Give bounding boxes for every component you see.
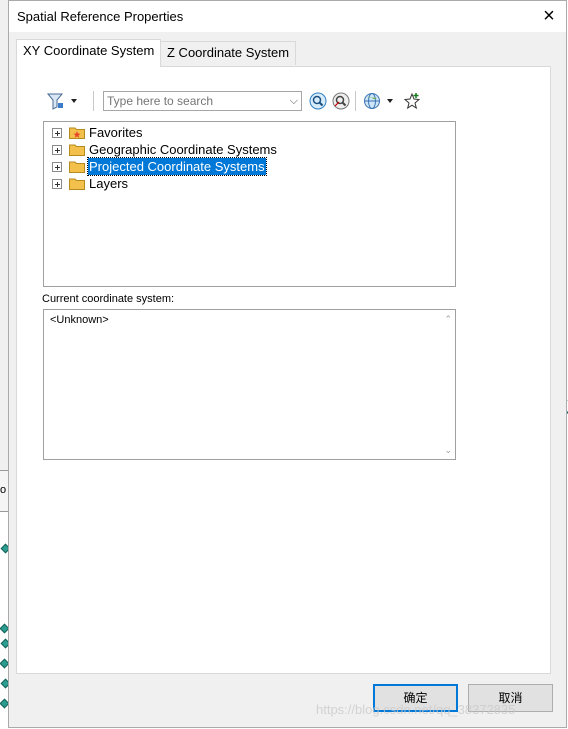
search-input-box[interactable]: ⌵: [103, 91, 302, 111]
tree-item-label: Layers: [89, 176, 129, 191]
globe-dropdown-button[interactable]: [363, 92, 399, 110]
add-to-favorites-button[interactable]: [403, 92, 421, 110]
expand-icon[interactable]: [52, 128, 62, 138]
spatial-reference-dialog: Spatial Reference Properties × XY Coordi…: [8, 0, 567, 728]
tree-item-label: Projected Coordinate Systems: [87, 157, 267, 176]
clear-search-button[interactable]: [332, 92, 350, 110]
folder-icon: [69, 161, 85, 173]
scroll-up-arrow[interactable]: ⌃: [444, 314, 452, 325]
expand-icon[interactable]: [52, 162, 62, 172]
tab-xy-coordinate-system[interactable]: XY Coordinate System: [16, 39, 162, 67]
search-input[interactable]: [107, 94, 277, 108]
folder-icon: [69, 144, 85, 156]
background-panel-fragment: o: [0, 470, 8, 512]
expand-icon[interactable]: [52, 179, 62, 189]
current-coordinate-system-box[interactable]: <Unknown> ⌃ ⌄: [43, 309, 456, 460]
close-button[interactable]: ×: [538, 5, 560, 27]
add-favorite-icon: [403, 92, 421, 110]
folder-icon: [69, 178, 85, 190]
tab-panel: ⌵: [16, 66, 551, 674]
background-fragment-text: o: [0, 484, 7, 496]
toolbar-separator: [355, 91, 356, 111]
toolbar-separator: [93, 91, 94, 111]
search-history-dropdown[interactable]: ⌵: [290, 92, 298, 110]
expand-icon[interactable]: [52, 145, 62, 155]
background-map: [0, 0, 8, 470]
clear-search-icon: [332, 92, 350, 110]
dialog-title: Spatial Reference Properties: [17, 9, 184, 24]
search-button[interactable]: [309, 92, 327, 110]
title-bar: Spatial Reference Properties ×: [9, 1, 566, 32]
search-icon: [309, 92, 327, 110]
current-coordinate-system-value: <Unknown>: [50, 314, 109, 326]
current-coordinate-system-label: Current coordinate system:: [42, 293, 175, 305]
tree-item-label: Geographic Coordinate Systems: [89, 142, 277, 157]
tab-z-coordinate-system[interactable]: Z Coordinate System: [160, 41, 297, 65]
scroll-down-arrow[interactable]: ⌄: [444, 445, 452, 456]
coordinate-system-tree[interactable]: Favorites Geographic Coordinate Systems …: [43, 121, 456, 287]
filter-dropdown-button[interactable]: [46, 92, 83, 110]
favorites-folder-icon: [69, 127, 85, 139]
tree-item-label: Favorites: [89, 125, 143, 140]
globe-icon: [364, 93, 393, 109]
filter-icon: [46, 93, 77, 110]
ok-button[interactable]: 确定: [373, 684, 458, 712]
cancel-button[interactable]: 取消: [468, 684, 553, 712]
